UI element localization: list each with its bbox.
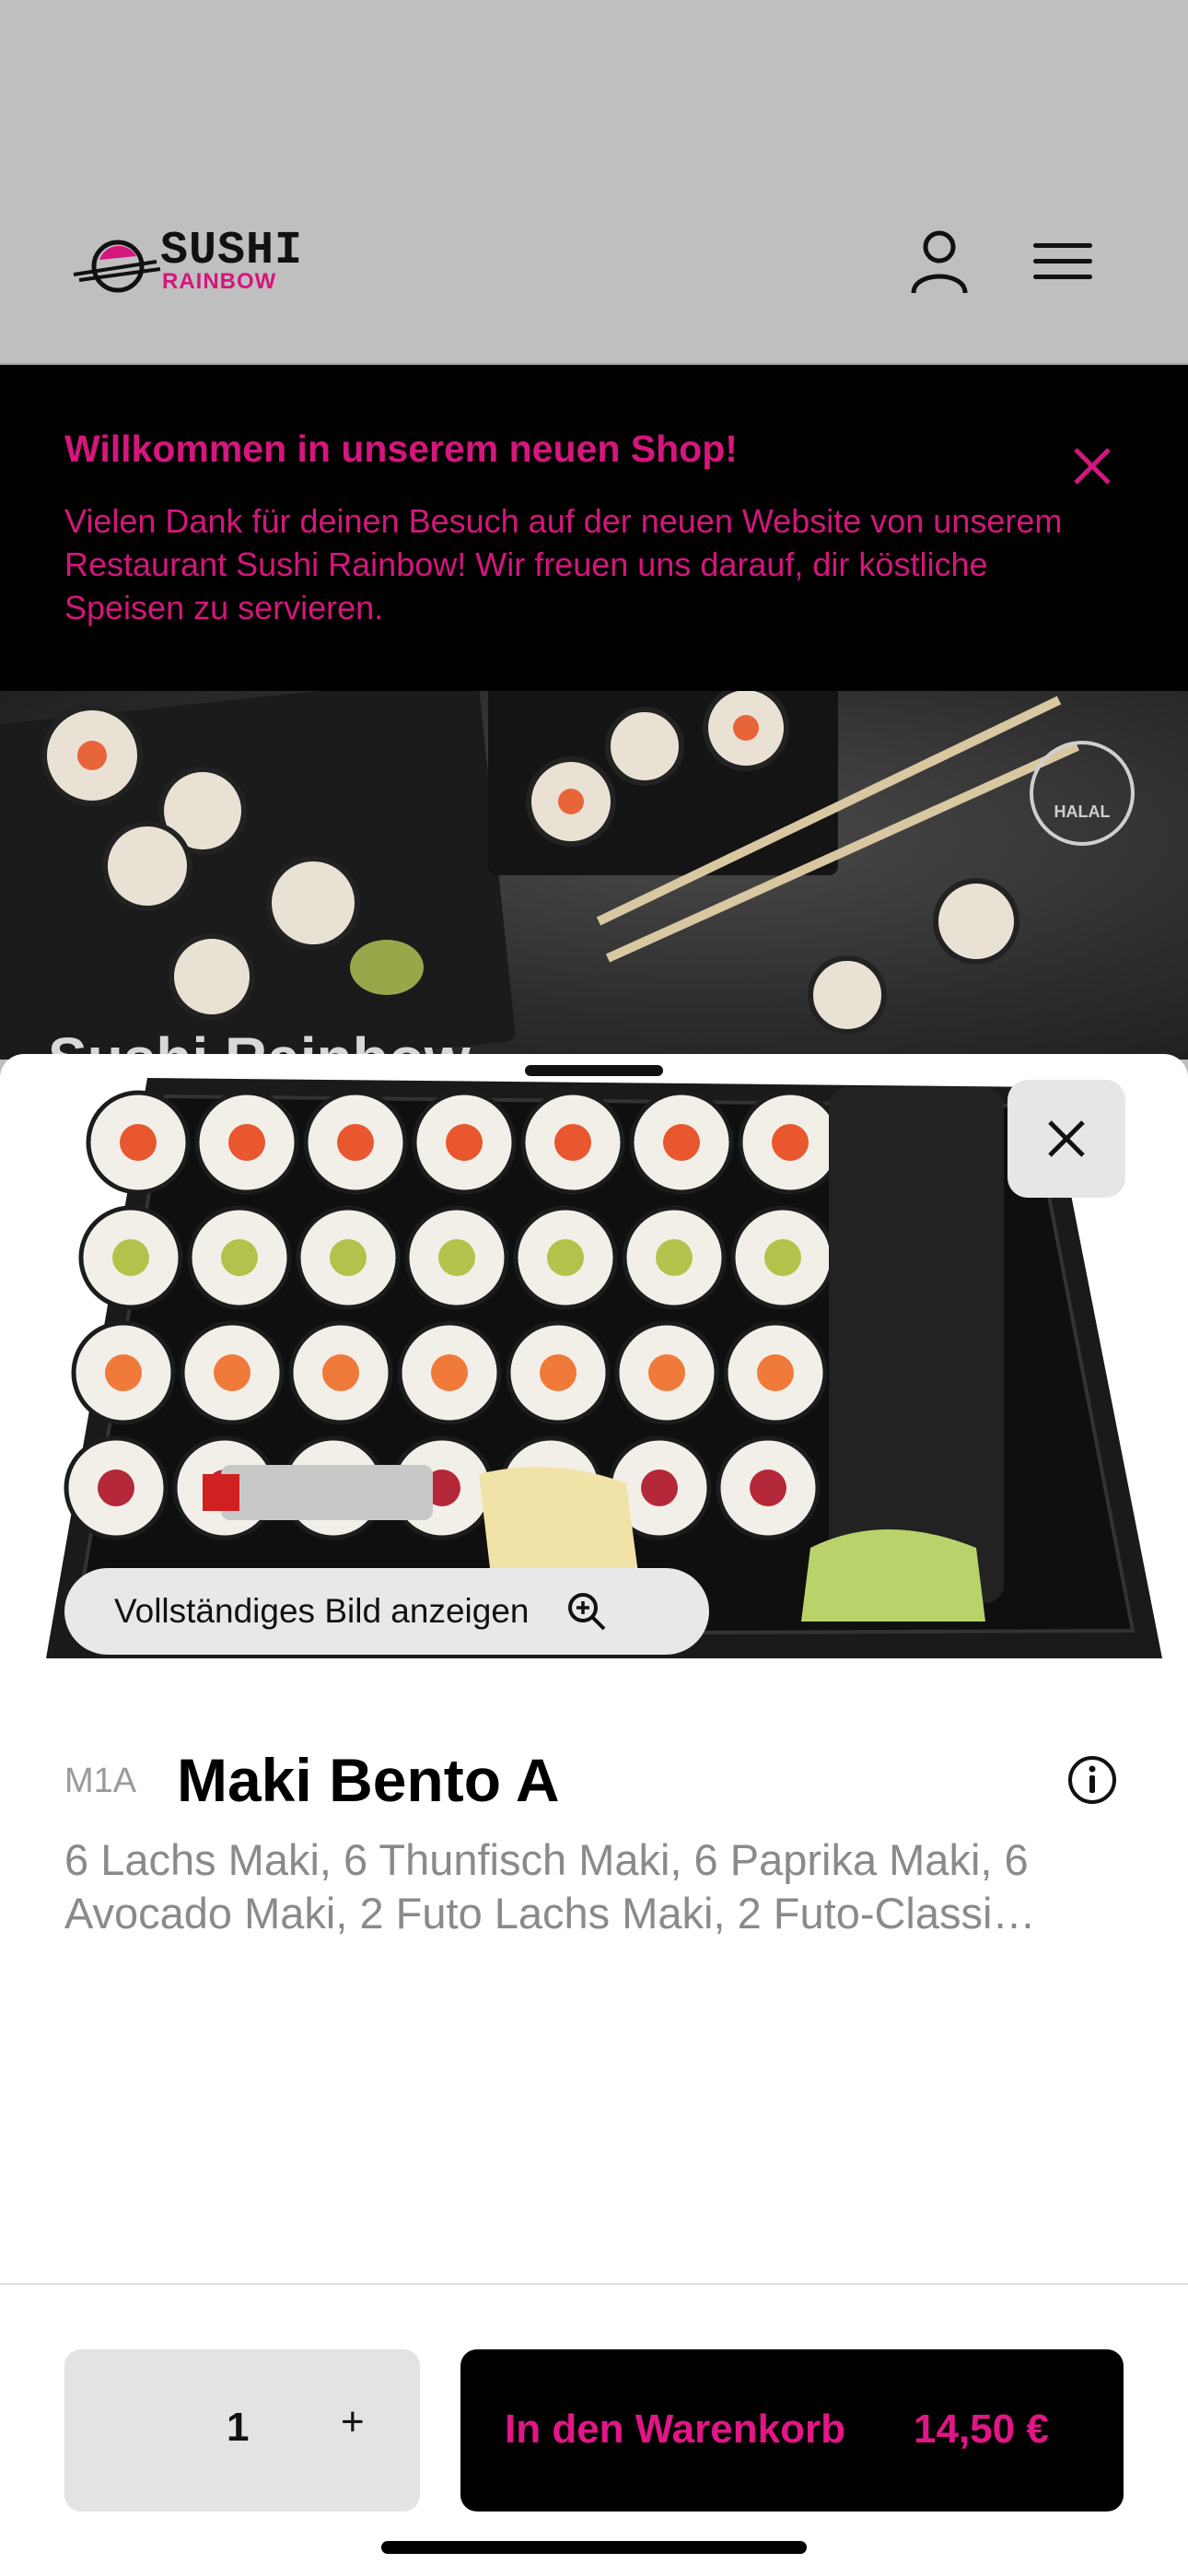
halal-badge-label: HALAL bbox=[1054, 802, 1111, 821]
info-icon bbox=[1068, 1756, 1116, 1804]
logo-text-rainbow: RAINBOW bbox=[162, 269, 277, 294]
account-button[interactable] bbox=[903, 225, 976, 299]
maki-filling bbox=[648, 1354, 685, 1391]
maki-filling bbox=[228, 1124, 265, 1161]
product-info-button[interactable] bbox=[1066, 1754, 1118, 1806]
zoom-in-icon bbox=[567, 1593, 605, 1631]
product-name: Maki Bento A bbox=[177, 1746, 560, 1814]
maki-filling bbox=[98, 1469, 134, 1506]
home-indicator bbox=[381, 2541, 807, 2554]
maki-filling bbox=[663, 1124, 700, 1161]
footer-divider bbox=[0, 2283, 1188, 2285]
sheet-close-button[interactable] bbox=[1007, 1080, 1125, 1198]
logo-text-sushi: SUSHI bbox=[160, 225, 304, 277]
product-code: M1A bbox=[64, 1762, 137, 1800]
maki-filling bbox=[656, 1239, 693, 1276]
hamburger-menu-icon bbox=[1033, 243, 1092, 279]
app-header bbox=[0, 0, 1188, 365]
maki-filling bbox=[112, 1239, 149, 1276]
maki-filling bbox=[641, 1469, 678, 1506]
maki-filling bbox=[554, 1124, 591, 1161]
maki-filling bbox=[330, 1239, 367, 1276]
banner-close-button[interactable] bbox=[1059, 433, 1125, 499]
quantity-value: 1 bbox=[227, 2405, 250, 2450]
add-to-cart-label: In den Warenkorb bbox=[505, 2406, 845, 2452]
logo-icon bbox=[73, 240, 161, 293]
person-icon bbox=[911, 230, 968, 294]
quantity-increase-button[interactable]: + bbox=[341, 2399, 365, 2445]
product-description: 6 Lachs Maki, 6 Thunfisch Maki, 6 Paprik… bbox=[64, 1835, 1036, 1938]
show-full-image-button[interactable]: Vollständiges Bild anzeigen bbox=[64, 1568, 709, 1655]
maki-filling bbox=[446, 1124, 483, 1161]
maki-filling bbox=[750, 1469, 786, 1506]
maki-filling bbox=[757, 1354, 794, 1391]
sushi-photo bbox=[0, 691, 1080, 1060]
close-icon bbox=[1048, 1120, 1085, 1157]
banner-text: Vielen Dank für deinen Besuch auf der ne… bbox=[64, 502, 1063, 626]
maki-filling bbox=[337, 1124, 374, 1161]
menu-button[interactable] bbox=[1026, 225, 1100, 299]
close-icon bbox=[1074, 448, 1111, 485]
maki-filling bbox=[438, 1239, 475, 1276]
maki-filling bbox=[431, 1354, 468, 1391]
sheet-grabber[interactable] bbox=[525, 1065, 663, 1076]
maki-filling bbox=[764, 1239, 801, 1276]
maki-filling bbox=[547, 1239, 584, 1276]
maki-filling bbox=[540, 1354, 577, 1391]
maki-filling bbox=[120, 1124, 157, 1161]
banner-title: Willkommen in unserem neuen Shop! bbox=[64, 427, 738, 470]
maki-filling bbox=[772, 1124, 809, 1161]
show-full-image-label: Vollständiges Bild anzeigen bbox=[114, 1592, 530, 1630]
maki-filling bbox=[322, 1354, 359, 1391]
halal-badge: HALAL bbox=[1030, 741, 1135, 846]
logo[interactable]: SUSHI RAINBOW bbox=[72, 225, 302, 299]
maki-filling bbox=[214, 1354, 250, 1391]
maki-filling bbox=[221, 1239, 258, 1276]
maki-filling bbox=[105, 1354, 142, 1391]
restaurant-hero-image bbox=[0, 691, 1188, 1060]
product-price: 14,50 € bbox=[914, 2406, 1049, 2452]
